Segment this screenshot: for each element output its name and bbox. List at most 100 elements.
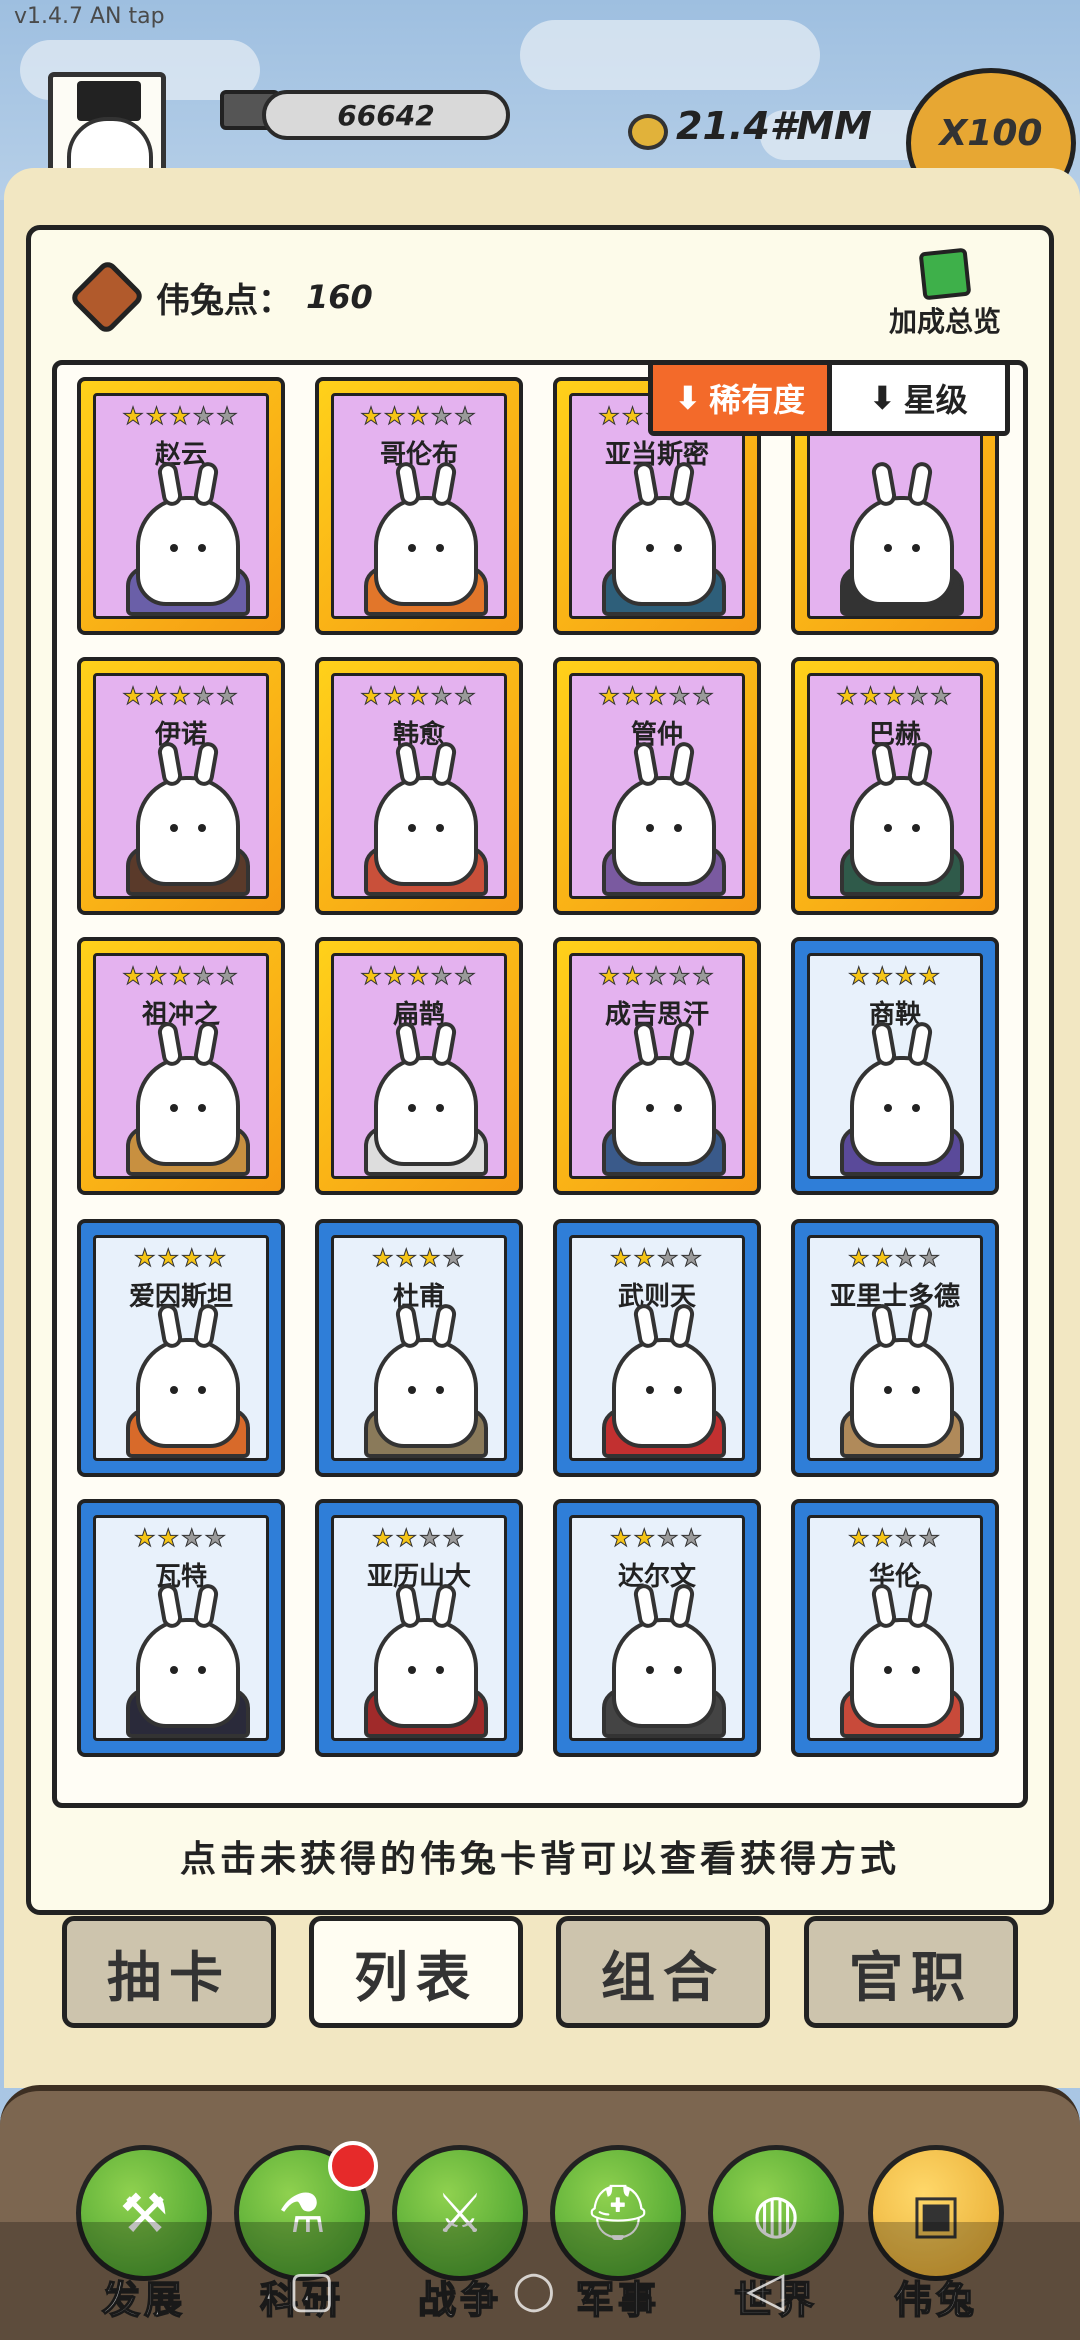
system-recents-icon[interactable]: ▢ <box>288 2260 335 2318</box>
star-rating: ★★★★★ <box>572 682 742 711</box>
hero-card[interactable]: ★★★★★ 祖冲之 <box>77 937 285 1195</box>
star-rating: ★★★★★ <box>96 682 266 711</box>
card-grid[interactable]: ★★★★★赵云★★★★★哥伦布★★★★★亚当斯密★★★★★★★★★★伊诺★★★★… <box>52 360 1028 1808</box>
star-icon: ★ <box>157 1524 181 1553</box>
hero-card[interactable]: ★★★★ 华伦 <box>791 1499 999 1757</box>
card-face: ★★★★ 达尔文 <box>569 1515 745 1741</box>
star-rating: ★★★★ <box>572 1244 742 1273</box>
star-icon: ★ <box>169 402 193 431</box>
star-rating: ★★★★★ <box>96 402 266 431</box>
hint-text: 点击未获得的伟兔卡背可以查看获得方式 <box>179 1839 900 1880</box>
player-avatar[interactable] <box>48 72 166 182</box>
star-icon: ★ <box>598 962 622 991</box>
card-name: 祖冲之 <box>141 1000 220 1030</box>
star-icon: ★ <box>216 962 240 991</box>
star-rating: ★★★★★ <box>334 402 504 431</box>
points-label: 伟兔点： <box>156 280 292 321</box>
sort-rarity-button[interactable]: ⬇ 稀有度 <box>653 365 832 431</box>
card-face: ★★★★★ 管仲 <box>569 673 745 899</box>
system-home-icon[interactable]: ○ <box>512 2260 556 2318</box>
bonus-overview-button[interactable]: 加成总览 <box>870 247 1020 340</box>
card-face: ★★★★ 华伦 <box>807 1515 983 1741</box>
hero-card[interactable]: ★★★★★ 管仲 <box>553 657 761 915</box>
hero-card[interactable]: ★★★★ 爱因斯坦 <box>77 1219 285 1477</box>
star-icon: ★ <box>360 962 384 991</box>
rabbit-character-icon <box>850 740 954 886</box>
star-icon: ★ <box>430 402 455 431</box>
rabbit-character-icon <box>612 1020 716 1166</box>
hero-card[interactable]: ★★★★★ 成吉思汗 <box>553 937 761 1195</box>
system-back-icon[interactable]: ◁ <box>746 2260 784 2318</box>
star-icon: ★ <box>157 1244 181 1273</box>
star-icon: ★ <box>918 1524 943 1553</box>
star-icon: ★ <box>383 962 408 991</box>
rabbit-character-icon <box>374 740 478 886</box>
tab-combo[interactable]: 组合 <box>556 1916 770 2028</box>
star-icon: ★ <box>847 1524 872 1553</box>
hero-card[interactable]: ★★★★★ 韩愈 <box>315 657 523 915</box>
hero-card[interactable]: ★★★★ 武则天 <box>553 1219 761 1477</box>
tab-office[interactable]: 官职 <box>804 1916 1018 2028</box>
rabbit-character-icon <box>612 460 716 606</box>
hero-card[interactable]: ★★★★ 商鞅 <box>791 937 999 1195</box>
star-icon: ★ <box>668 962 693 991</box>
star-icon: ★ <box>430 682 455 711</box>
hero-card[interactable]: ★★★★ 杜甫 <box>315 1219 523 1477</box>
star-icon: ★ <box>192 402 217 431</box>
star-icon: ★ <box>847 962 872 991</box>
rabbit-character-icon <box>612 740 716 886</box>
rabbit-character-icon <box>850 1302 954 1448</box>
star-icon: ★ <box>680 1524 705 1553</box>
star-icon: ★ <box>871 1244 895 1273</box>
hero-card[interactable]: ★★★★★ 巴赫 <box>791 657 999 915</box>
star-rating: ★★★★★ <box>334 682 504 711</box>
rabbit-character-icon <box>136 1582 240 1728</box>
star-icon: ★ <box>871 1524 895 1553</box>
star-icon: ★ <box>657 1244 681 1273</box>
card-name: 巴赫 <box>868 720 921 750</box>
star-icon: ★ <box>871 962 895 991</box>
star-icon: ★ <box>633 1244 657 1273</box>
hero-card[interactable]: ★★★★ 达尔文 <box>553 1499 761 1757</box>
hero-card[interactable]: ★★★★ 亚历山大 <box>315 1499 523 1757</box>
star-rating: ★★★★ <box>334 1244 504 1273</box>
hero-card[interactable]: ★★★★★ 扁鹊 <box>315 937 523 1195</box>
star-icon: ★ <box>621 402 646 431</box>
hero-card[interactable]: ★★★★★ 赵云 <box>77 377 285 635</box>
star-icon: ★ <box>204 1524 229 1553</box>
card-name: 哥伦布 <box>379 440 458 470</box>
rabbit-character-icon <box>374 1020 478 1166</box>
star-icon: ★ <box>419 1244 443 1273</box>
rabbit-character-icon <box>612 1302 716 1448</box>
hero-card[interactable]: ★★★★★ 伊诺 <box>77 657 285 915</box>
card-name: 武则天 <box>617 1282 696 1312</box>
coin-icon <box>628 114 668 150</box>
star-icon: ★ <box>836 682 860 711</box>
star-icon: ★ <box>883 682 907 711</box>
sort-star-button[interactable]: ⬇ 星级 <box>831 365 1005 431</box>
card-face: ★★★★ 瓦特 <box>93 1515 269 1741</box>
hero-card[interactable]: ★★★★★ 哥伦布 <box>315 377 523 635</box>
coin-counter: 21.4#MM <box>676 104 872 148</box>
star-icon: ★ <box>598 682 622 711</box>
star-rating: ★★★★ <box>96 1244 266 1273</box>
star-icon: ★ <box>383 402 408 431</box>
tab-draw[interactable]: 抽卡 <box>62 1916 276 2028</box>
star-icon: ★ <box>621 962 646 991</box>
card-name: 商鞅 <box>868 1000 921 1030</box>
hero-card[interactable]: ★★★★ 瓦特 <box>77 1499 285 1757</box>
star-icon: ★ <box>430 962 455 991</box>
star-icon: ★ <box>216 402 240 431</box>
card-name: 伊诺 <box>154 720 207 750</box>
tab-list[interactable]: 列表 <box>309 1916 523 2028</box>
star-icon: ★ <box>621 682 646 711</box>
star-icon: ★ <box>692 682 716 711</box>
star-icon: ★ <box>192 682 217 711</box>
card-face: ★★★★★ 成吉思汗 <box>569 953 745 1179</box>
star-icon: ★ <box>145 682 170 711</box>
card-name: 亚当斯密 <box>604 440 709 470</box>
star-icon: ★ <box>122 962 146 991</box>
card-name: 华伦 <box>868 1562 921 1592</box>
hero-card[interactable]: ★★★★ 亚里士多德 <box>791 1219 999 1477</box>
star-icon: ★ <box>407 682 431 711</box>
